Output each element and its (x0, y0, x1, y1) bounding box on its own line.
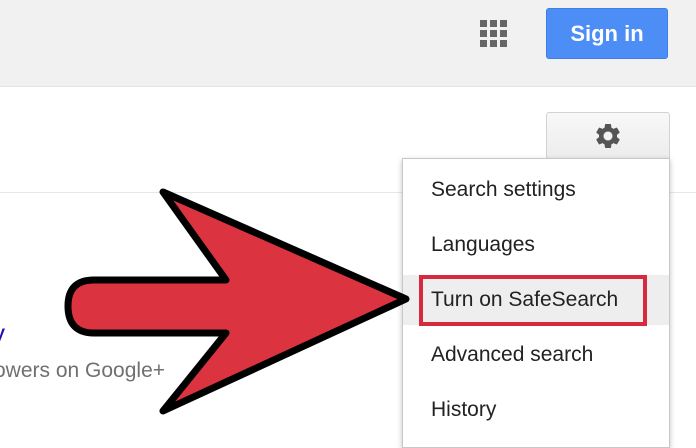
top-bar: Sign in (0, 0, 696, 87)
menu-item-search-settings[interactable]: Search settings (403, 165, 669, 215)
settings-dropdown-menu: Search settings Languages Turn on SafeSe… (402, 158, 670, 448)
apps-grid-icon[interactable] (476, 16, 512, 52)
menu-item-turn-on-safesearch[interactable]: Turn on SafeSearch (403, 275, 669, 325)
menu-item-languages[interactable]: Languages (403, 220, 669, 270)
menu-item-advanced-search[interactable]: Advanced search (403, 330, 669, 380)
gear-icon (596, 124, 620, 148)
result-title[interactable]: y (0, 318, 5, 349)
sign-in-button[interactable]: Sign in (546, 8, 668, 59)
settings-button[interactable] (546, 112, 670, 160)
result-snippet: owers on Google+ (0, 359, 166, 382)
